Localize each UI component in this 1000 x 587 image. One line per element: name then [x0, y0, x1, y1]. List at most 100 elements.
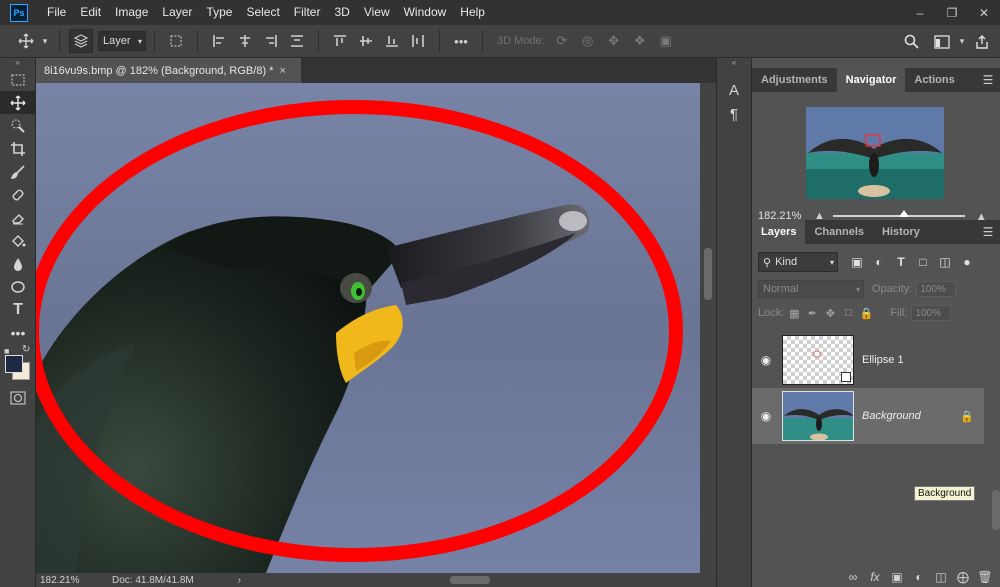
quick-mask-icon[interactable]: [0, 386, 36, 409]
lock-all-icon[interactable]: 🔒: [858, 305, 874, 321]
status-zoom-field[interactable]: 182.21%: [36, 575, 96, 586]
lock-artboard-icon[interactable]: □: [840, 305, 856, 321]
ellipse-tool-icon[interactable]: [0, 275, 36, 298]
3d-camera-icon[interactable]: ▣: [654, 29, 678, 53]
workspace-dropdown-icon[interactable]: ▾: [956, 30, 968, 54]
paragraph-panel-icon[interactable]: ¶: [717, 102, 751, 126]
layer-visibility-eye-icon[interactable]: ◉: [752, 409, 780, 423]
minimize-button[interactable]: –: [904, 0, 936, 25]
paint-bucket-tool-icon[interactable]: [0, 229, 36, 252]
blur-tool-icon[interactable]: [0, 252, 36, 275]
crop-tool-icon[interactable]: [0, 137, 36, 160]
layer-name[interactable]: Background: [862, 410, 921, 422]
3d-slide-icon[interactable]: ❖: [628, 29, 652, 53]
group-icon[interactable]: ◫: [930, 570, 952, 584]
align-bottom-icon[interactable]: [380, 29, 404, 53]
quick-selection-tool-icon[interactable]: [0, 114, 36, 137]
toolbar-collapse-icon[interactable]: »: [0, 58, 35, 68]
menu-window[interactable]: Window: [397, 0, 454, 25]
adjustment-icon[interactable]: ◐: [908, 570, 930, 584]
filter-smart-object-icon[interactable]: ◫: [934, 252, 956, 272]
brush-tool-icon[interactable]: [0, 160, 36, 183]
lock-transparent-icon[interactable]: ▦: [786, 305, 802, 321]
filter-shape-icon[interactable]: □: [912, 252, 934, 272]
tab-history[interactable]: History: [873, 220, 929, 244]
3d-pan-icon[interactable]: ✥: [602, 29, 626, 53]
lock-image-icon[interactable]: ✒: [804, 305, 820, 321]
3d-roll-icon[interactable]: ◎: [576, 29, 600, 53]
mask-icon[interactable]: ▣: [886, 570, 908, 584]
more-options-button[interactable]: •••: [449, 29, 473, 53]
filter-pixel-icon[interactable]: ▣: [846, 252, 868, 272]
layer-row-background[interactable]: ◉ Background 🔒: [752, 388, 984, 444]
fx-icon[interactable]: fx: [864, 570, 886, 584]
filter-kind-dropdown[interactable]: ⚲ Kind ▾: [758, 252, 838, 272]
menu-3d[interactable]: 3D: [327, 0, 356, 25]
layers-panel-menu-icon[interactable]: ☰: [976, 220, 1000, 244]
eraser-tool-icon[interactable]: [0, 206, 36, 229]
tab-actions[interactable]: Actions: [905, 68, 963, 92]
show-transform-controls-icon[interactable]: [164, 29, 188, 53]
fill-field[interactable]: 100%: [911, 305, 952, 321]
menu-view[interactable]: View: [357, 0, 397, 25]
menu-help[interactable]: Help: [453, 0, 492, 25]
lock-position-icon[interactable]: ✥: [822, 305, 838, 321]
tab-layers[interactable]: Layers: [752, 220, 806, 244]
align-left-icon[interactable]: [207, 29, 231, 53]
menu-select[interactable]: Select: [239, 0, 286, 25]
character-panel-icon[interactable]: A: [717, 78, 751, 102]
zoom-slider-knob[interactable]: [898, 210, 909, 217]
horizontal-scroll-thumb[interactable]: [450, 576, 490, 584]
new-layer-icon[interactable]: ⨁: [952, 570, 974, 584]
filter-type-icon[interactable]: T: [890, 252, 912, 272]
status-info-arrow[interactable]: ›: [238, 575, 241, 586]
filter-adjustment-icon[interactable]: ◐: [868, 252, 890, 272]
tab-channels[interactable]: Channels: [805, 220, 873, 244]
navigator-zoom-slider[interactable]: [832, 210, 965, 217]
move-tool-preset-icon[interactable]: [14, 29, 38, 53]
menu-image[interactable]: Image: [108, 0, 155, 25]
vertical-scrollbar[interactable]: [700, 83, 716, 573]
document-canvas[interactable]: [36, 83, 700, 573]
navigator-thumbnail[interactable]: [806, 107, 944, 199]
foreground-color-swatch[interactable]: [5, 355, 23, 373]
tab-navigator[interactable]: Navigator: [836, 68, 906, 92]
tab-adjustments[interactable]: Adjustments: [752, 68, 837, 92]
document-tab[interactable]: 8i16vu9s.bmp @ 182% (Background, RGB/8) …: [36, 58, 301, 83]
type-tool-icon[interactable]: T: [0, 298, 36, 321]
move-tool-icon[interactable]: [0, 91, 36, 114]
align-top-icon[interactable]: [328, 29, 352, 53]
workspace-icon[interactable]: [930, 30, 954, 54]
opacity-field[interactable]: 100%: [916, 281, 957, 297]
menu-edit[interactable]: Edit: [73, 0, 108, 25]
preset-dropdown-icon[interactable]: ▾: [40, 29, 50, 53]
align-center-h-icon[interactable]: [233, 29, 257, 53]
close-document-icon[interactable]: ×: [279, 65, 285, 77]
menu-file[interactable]: File: [40, 0, 73, 25]
search-icon[interactable]: [899, 30, 923, 54]
3d-orbit-icon[interactable]: ⟳: [550, 29, 574, 53]
trash-icon[interactable]: 🗑: [974, 570, 996, 584]
align-right-icon[interactable]: [259, 29, 283, 53]
distribute-icon[interactable]: [285, 29, 309, 53]
link-icon[interactable]: ∞: [842, 570, 864, 584]
more-tools-icon[interactable]: •••: [0, 321, 36, 344]
menu-type[interactable]: Type: [199, 0, 239, 25]
filter-toggle-icon[interactable]: ●: [956, 252, 978, 272]
auto-select-target-dropdown[interactable]: Layer ▾: [98, 31, 146, 51]
restore-button[interactable]: ❐: [936, 0, 968, 25]
align-middle-v-icon[interactable]: [354, 29, 378, 53]
healing-brush-tool-icon[interactable]: [0, 183, 36, 206]
menu-filter[interactable]: Filter: [287, 0, 328, 25]
strip-expand-icon[interactable]: «: [717, 58, 751, 68]
layer-row-ellipse[interactable]: ◉ Ellipse 1: [752, 332, 984, 388]
menu-layer[interactable]: Layer: [155, 0, 199, 25]
layer-name[interactable]: Ellipse 1: [862, 354, 904, 366]
auto-select-icon[interactable]: [69, 29, 93, 53]
share-icon[interactable]: [970, 30, 994, 54]
distribute-vertical-icon[interactable]: [406, 29, 430, 53]
swap-colors-icon[interactable]: ↻: [22, 344, 30, 355]
layers-scroll-thumb[interactable]: [992, 490, 1000, 530]
vertical-scroll-thumb[interactable]: [704, 248, 712, 300]
navigator-panel-menu-icon[interactable]: ☰: [976, 68, 1000, 92]
